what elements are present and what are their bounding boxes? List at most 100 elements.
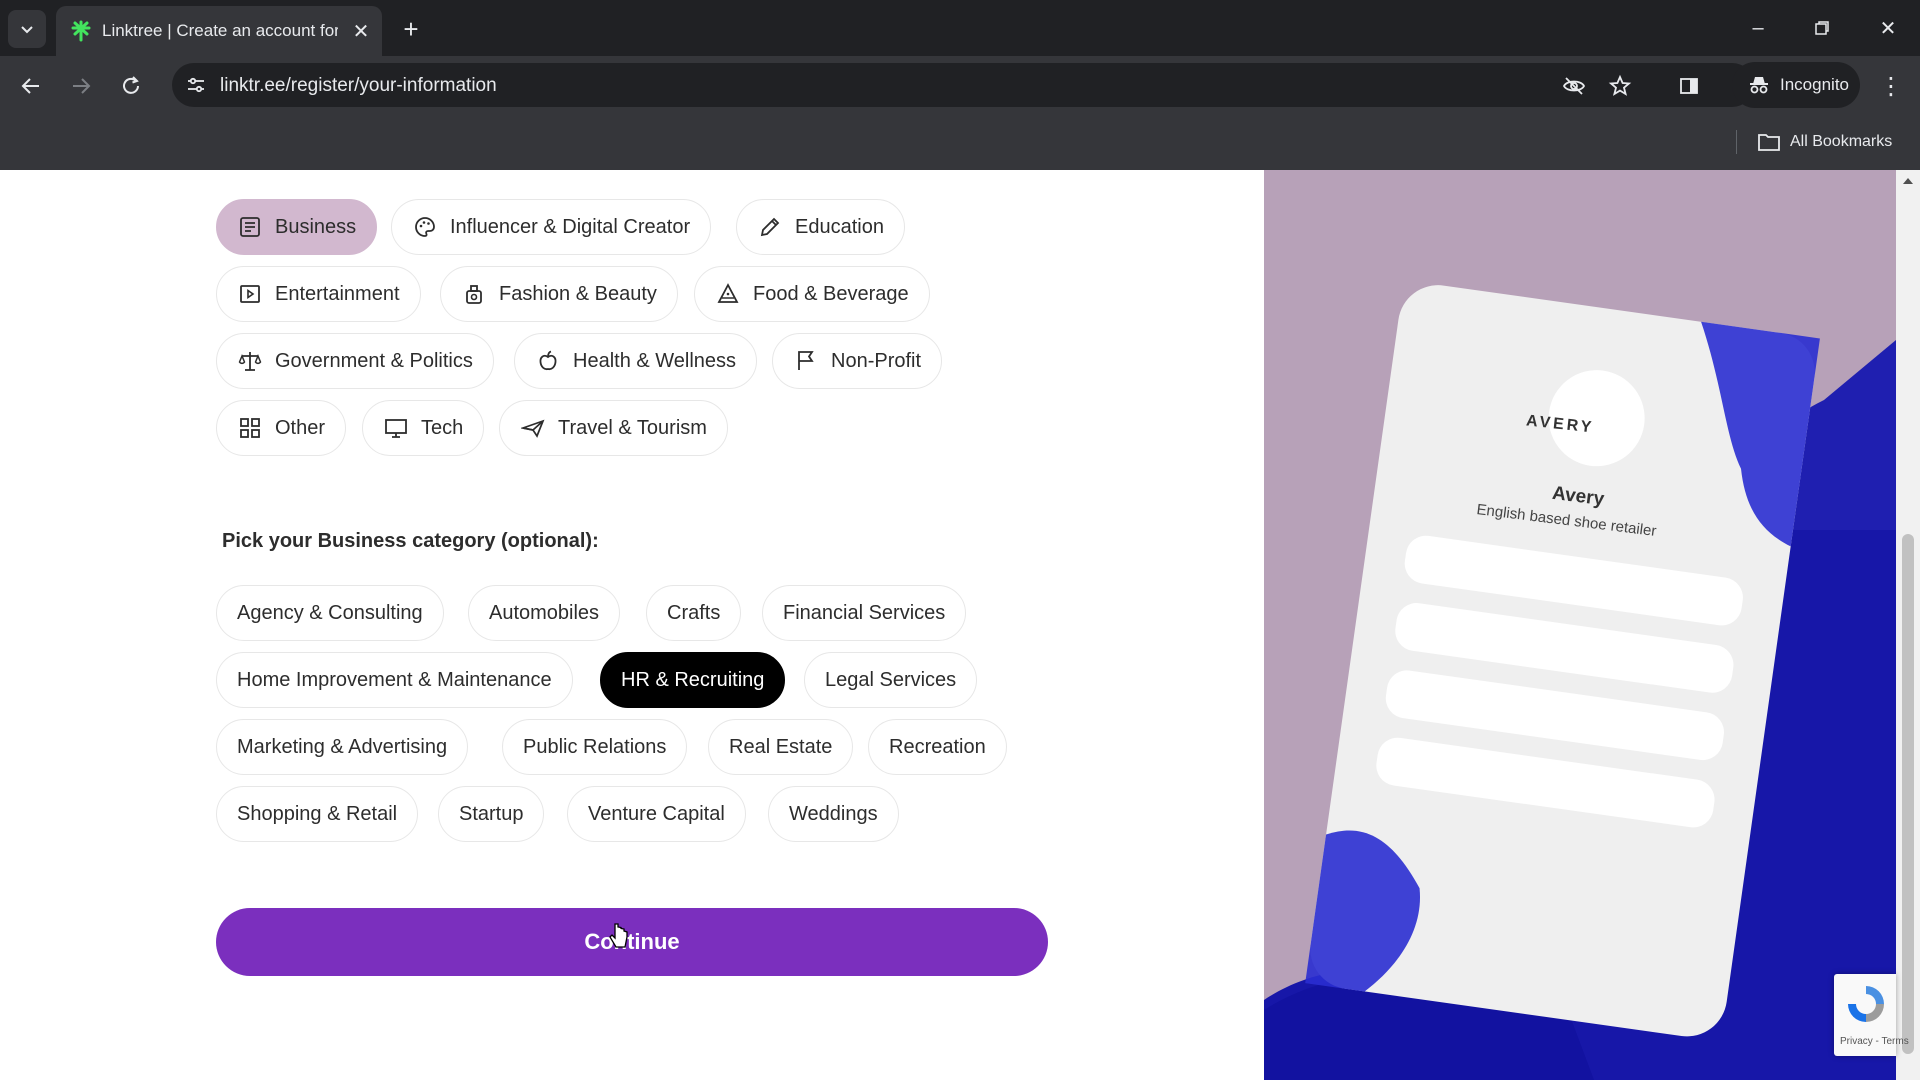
category-travel-tourism[interactable]: Travel & Tourism [499, 400, 728, 456]
category-tech[interactable]: Tech [362, 400, 485, 456]
subcategory-label: Agency & Consulting [237, 601, 423, 624]
category-business[interactable]: Business [216, 199, 378, 255]
subcategory-hr-recruiting[interactable]: HR & Recruiting [600, 652, 786, 708]
mouse-cursor-icon [609, 923, 628, 948]
category-label: Government & Politics [275, 349, 473, 372]
subcategory-agency-consulting[interactable]: Agency & Consulting [216, 585, 444, 641]
tab-search-button[interactable] [8, 10, 46, 48]
incognito-badge[interactable]: Incognito [1732, 62, 1860, 108]
restore-icon[interactable] [1800, 10, 1844, 46]
minimize-icon[interactable]: – [1736, 10, 1780, 46]
category-food-beverage[interactable]: Food & Beverage [694, 266, 930, 322]
category-label: Fashion & Beauty [499, 282, 657, 305]
subcategory-real-estate[interactable]: Real Estate [708, 719, 854, 775]
category-label: Business [275, 215, 357, 238]
browser-tab-bar: Linktree | Create an account for ✕ + – ✕ [0, 0, 1920, 56]
subcategory-label: Startup [459, 802, 524, 825]
subcategory-label: Marketing & Advertising [237, 735, 448, 758]
new-tab-icon[interactable]: + [396, 14, 426, 44]
subcategory-financial-services[interactable]: Financial Services [762, 585, 967, 641]
category-label: Education [795, 215, 884, 238]
address-bar[interactable]: linktr.ee/register/your-information [172, 63, 1754, 107]
subcategory-label: Crafts [667, 601, 721, 624]
scrollbar-thumb[interactable] [1902, 534, 1914, 1054]
scale-icon [237, 348, 263, 374]
monitor-icon [383, 415, 409, 441]
recaptcha-badge[interactable]: Privacy - Terms [1834, 974, 1909, 1056]
subcategory-public-relations[interactable]: Public Relations [502, 719, 688, 775]
page-viewport: Business Influencer & Digital Creator Ed… [0, 170, 1920, 1080]
perfume-icon [461, 281, 487, 307]
linktree-favicon-icon [71, 20, 91, 42]
eye-off-icon[interactable] [1560, 72, 1588, 100]
category-influencer[interactable]: Influencer & Digital Creator [391, 199, 712, 255]
bookmarks-divider [1736, 130, 1737, 154]
subcategory-shopping-retail[interactable]: Shopping & Retail [216, 786, 419, 842]
category-label: Other [275, 416, 326, 439]
subcategory-automobiles[interactable]: Automobiles [468, 585, 621, 641]
bookmarks-bar: All Bookmarks [0, 114, 1920, 170]
scroll-up-icon[interactable] [1902, 176, 1914, 186]
play-icon [237, 281, 263, 307]
continue-button[interactable]: Continue [216, 908, 1048, 976]
preview-illustration [1264, 285, 1896, 1080]
subcategory-label: Shopping & Retail [237, 802, 398, 825]
subcategory-label: Venture Capital [588, 802, 725, 825]
category-health-wellness[interactable]: Health & Wellness [514, 333, 758, 389]
side-panel-icon[interactable] [1672, 69, 1706, 103]
subcategory-legal-services[interactable]: Legal Services [804, 652, 978, 708]
chevron-down-icon [21, 26, 33, 34]
category-label: Entertainment [275, 282, 400, 305]
page-scrollbar[interactable] [1896, 170, 1920, 1080]
subcategory-weddings[interactable]: Weddings [768, 786, 899, 842]
recaptcha-icon [1848, 986, 1884, 1022]
category-fashion-beauty[interactable]: Fashion & Beauty [440, 266, 678, 322]
subcategory-label: Public Relations [523, 735, 667, 758]
category-entertainment[interactable]: Entertainment [216, 266, 421, 322]
continue-label: Continue [584, 929, 680, 954]
subcategory-label: Home Improvement & Maintenance [237, 668, 552, 691]
more-menu-icon[interactable]: ⋮ [1874, 69, 1908, 103]
star-icon[interactable] [1606, 72, 1634, 100]
plane-icon [520, 415, 546, 441]
category-government-politics[interactable]: Government & Politics [216, 333, 494, 389]
preview-panel: AVERY Avery English based shoe retailer [1264, 170, 1896, 1080]
category-education[interactable]: Education [736, 199, 905, 255]
site-settings-icon[interactable] [182, 71, 210, 99]
browser-tab[interactable]: Linktree | Create an account for ✕ [56, 6, 382, 56]
all-bookmarks-button[interactable]: All Bookmarks [1758, 130, 1892, 154]
category-label: Influencer & Digital Creator [450, 215, 691, 238]
recaptcha-links[interactable]: Privacy - Terms [1840, 1036, 1909, 1047]
subcategory-label: HR & Recruiting [621, 668, 765, 691]
category-other[interactable]: Other [216, 400, 347, 456]
subcategory-label: Automobiles [489, 601, 600, 624]
back-icon[interactable] [14, 69, 48, 103]
reload-icon[interactable] [114, 69, 148, 103]
close-tab-icon[interactable]: ✕ [348, 18, 374, 44]
subcategory-venture-capital[interactable]: Venture Capital [567, 786, 746, 842]
tab-title: Linktree | Create an account for [102, 21, 338, 40]
subcategory-label: Weddings [789, 802, 878, 825]
url-text: linktr.ee/register/your-information [220, 75, 497, 96]
forward-icon[interactable] [64, 69, 98, 103]
pizza-icon [715, 281, 741, 307]
apple-icon [535, 348, 561, 374]
incognito-icon [1750, 77, 1768, 94]
category-non-profit[interactable]: Non-Profit [772, 333, 943, 389]
subcategory-label: Legal Services [825, 668, 957, 691]
subcategory-recreation[interactable]: Recreation [868, 719, 1007, 775]
document-icon [237, 214, 263, 240]
subcategory-home-improvement[interactable]: Home Improvement & Maintenance [216, 652, 573, 708]
category-label: Non-Profit [831, 349, 922, 372]
palette-icon [412, 214, 438, 240]
subcategory-startup[interactable]: Startup [438, 786, 545, 842]
registration-form: Business Influencer & Digital Creator Ed… [0, 170, 1264, 1080]
close-window-icon[interactable]: ✕ [1866, 10, 1910, 46]
category-label: Travel & Tourism [558, 416, 707, 439]
pencil-icon [757, 214, 783, 240]
subcategory-crafts[interactable]: Crafts [646, 585, 742, 641]
subcategory-heading: Pick your Business category (optional): [222, 530, 599, 552]
browser-toolbar: linktr.ee/register/your-information Inco… [0, 56, 1920, 114]
subcategory-marketing-advertising[interactable]: Marketing & Advertising [216, 719, 469, 775]
subcategory-label: Financial Services [783, 601, 946, 624]
